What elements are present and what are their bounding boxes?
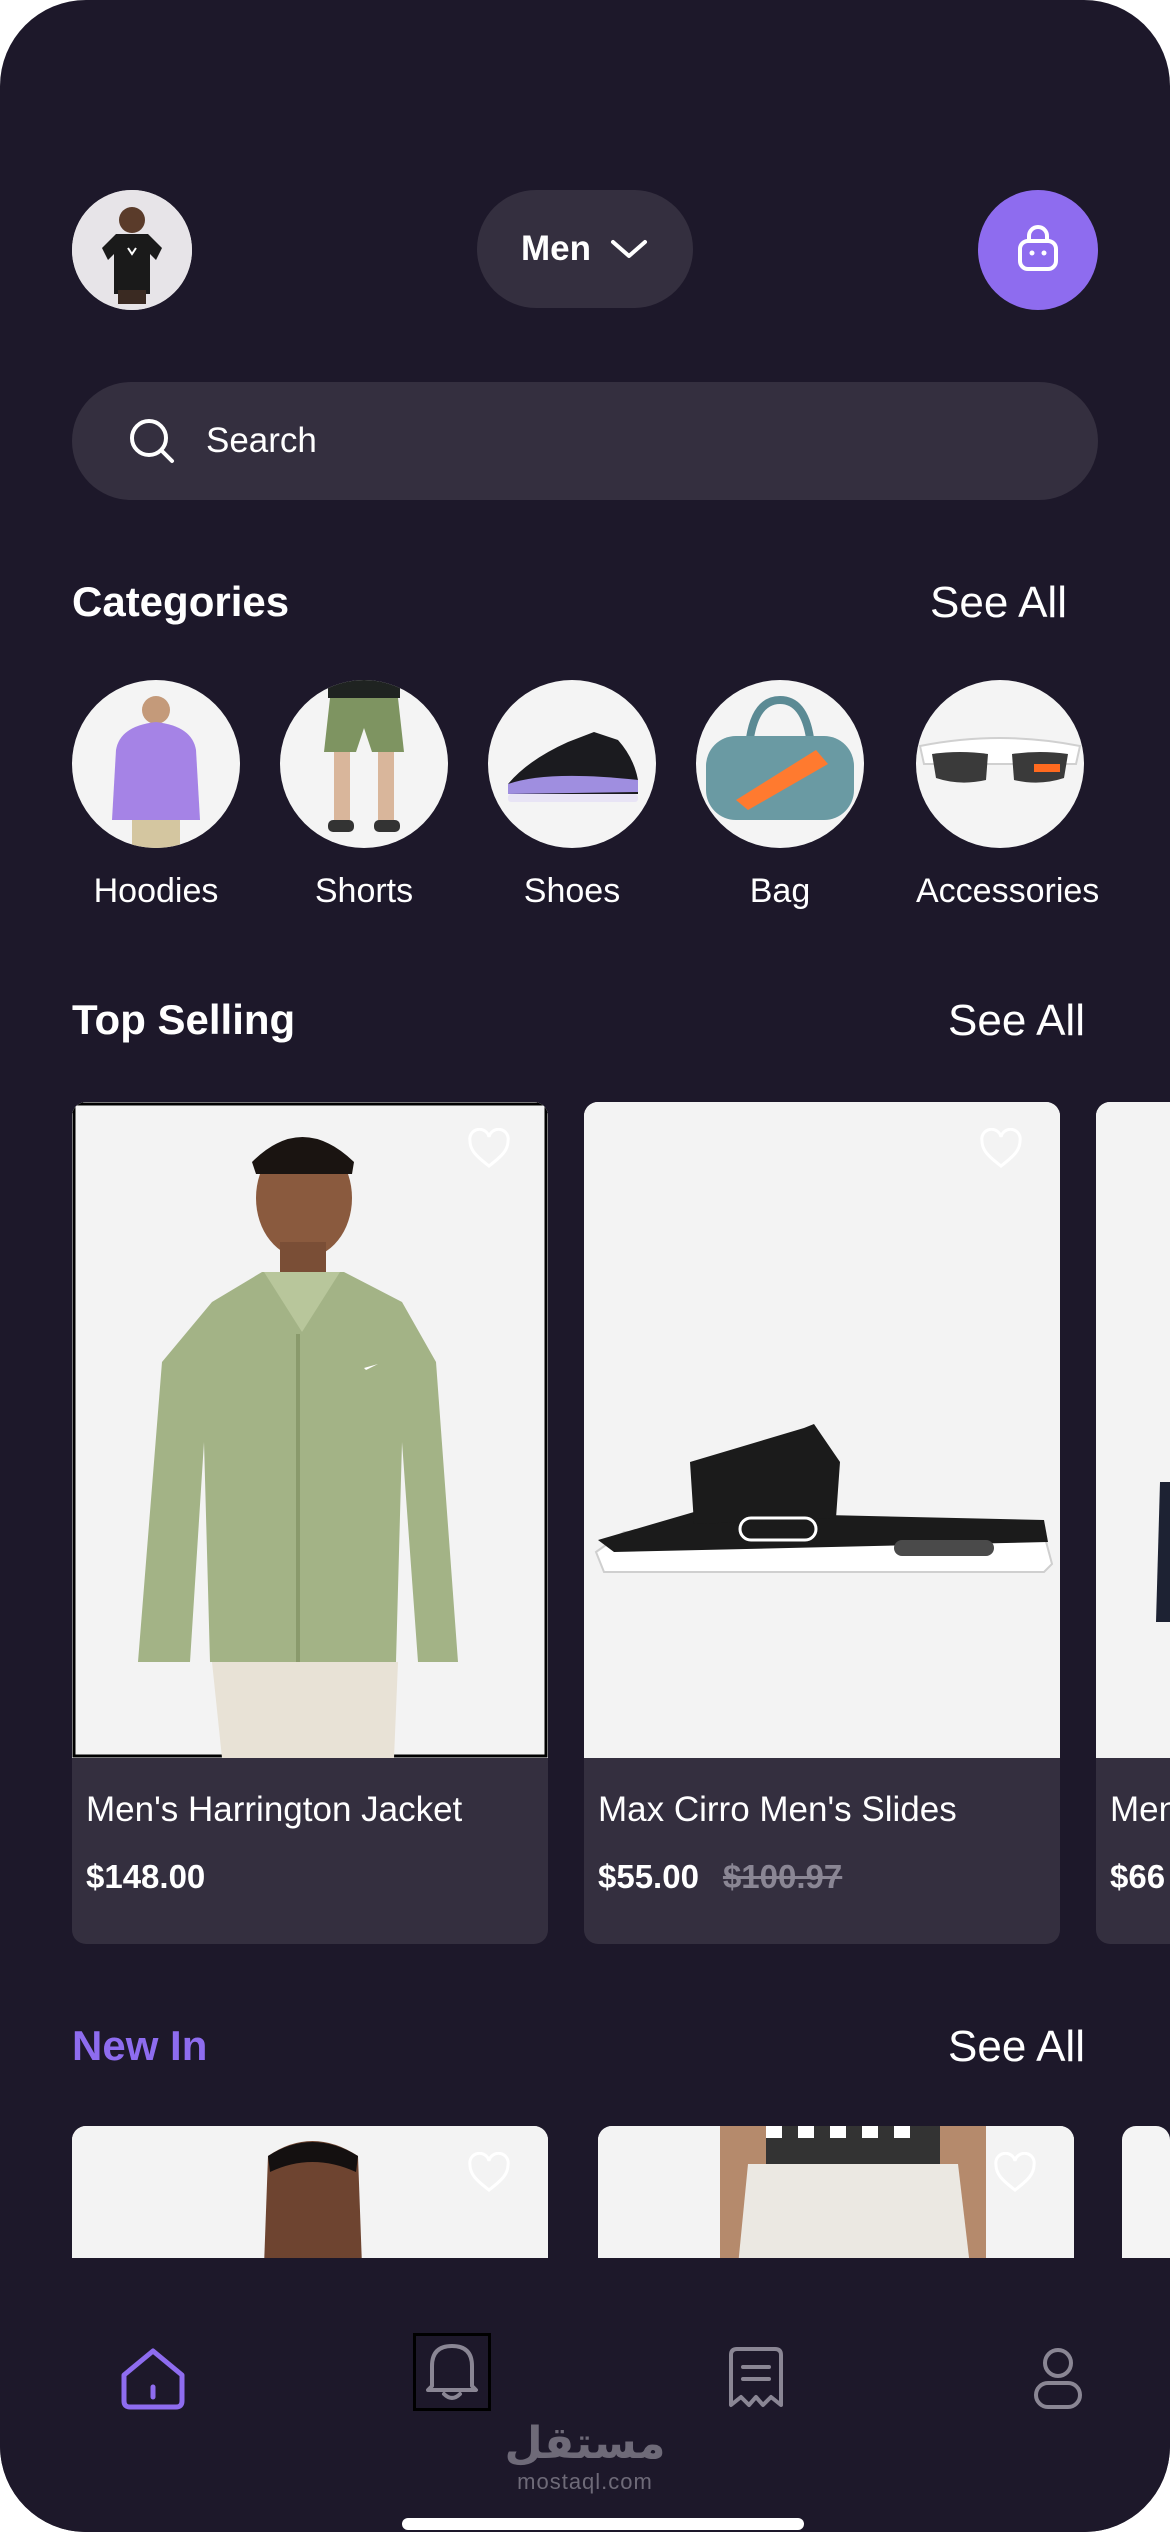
home-indicator [402,2518,804,2530]
watermark-latin: mostaql.com [517,2469,653,2494]
current-price: $148.00 [86,1858,206,1895]
category-item-bag[interactable]: Bag [696,680,864,911]
bottom-navigation: مستقل mostaql.com [0,2258,1170,2532]
heart-icon[interactable] [992,2152,1038,2194]
chevron-down-icon [611,240,647,258]
category-item-hoodies[interactable]: Hoodies [72,680,240,911]
shopping-bag-icon [1018,225,1058,271]
product-name: Max Cirro Men's Slides [598,1790,957,1829]
category-label: Hoodies [93,872,219,910]
new-in-card[interactable] [72,2126,548,2266]
heart-icon[interactable] [466,2152,512,2194]
app-screen: Men Search Categories See All Hoodies Sh… [0,0,1170,2532]
cart-button[interactable] [978,190,1098,310]
heart-icon[interactable] [466,1128,512,1170]
watermark: مستقل mostaql.com [0,2418,1170,2495]
categories-title: Categories [72,578,290,625]
hoodie-image [72,680,240,848]
product-price: $148.00 [86,1858,205,1896]
gender-label: Men [521,229,591,268]
shorts-image [280,680,448,848]
bag-image [696,680,864,848]
new-in-title: New In [72,2022,208,2069]
bell-icon [426,2344,478,2400]
nav-profile[interactable] [1018,2338,1098,2418]
category-label: Shoes [523,872,621,910]
category-item-accessories[interactable]: Accessories [916,680,1100,911]
orders-icon [729,2347,783,2407]
product-image-partial [1096,1102,1170,1758]
nav-orders[interactable] [716,2338,796,2418]
sunglasses-image [916,680,1084,848]
nav-home[interactable] [113,2338,193,2418]
watermark-arabic: مستقل [504,2419,666,2468]
product-card[interactable]: Max Cirro Men's Slides $55.00 $100.97 [584,1102,1060,1944]
new-in-card[interactable] [1122,2126,1170,2266]
original-price: $100.97 [722,1858,843,1895]
category-item-shorts[interactable]: Shorts [280,680,448,911]
category-label: Shorts [314,872,414,910]
product-name: Men's Harrington Jacket [86,1790,463,1829]
search-bar[interactable]: Search [72,382,1098,500]
search-input[interactable]: Search [206,421,317,461]
category-label: Bag [749,872,811,910]
categories-see-all-link[interactable]: See All [930,578,1067,628]
product-price: $55.00 $100.97 [598,1858,842,1896]
product-name: Men [1110,1790,1170,1829]
top-selling-title: Top Selling [72,996,296,1043]
top-selling-see-all-link[interactable]: See All [948,996,1085,1046]
avatar[interactable] [72,190,192,310]
product-card[interactable]: Men $66 [1096,1102,1170,1944]
product-price: $66 [1110,1858,1165,1896]
new-in-see-all-link[interactable]: See All [948,2022,1085,2072]
shoe-image [488,680,656,848]
current-price: $55.00 [598,1858,699,1895]
product-image-slides [584,1102,1060,1758]
nav-notifications[interactable] [413,2333,491,2411]
category-item-shoes[interactable]: Shoes [488,680,656,911]
heart-icon[interactable] [978,1128,1024,1170]
product-image-jacket [72,1102,548,1758]
search-icon [130,419,174,463]
gender-selector[interactable]: Men [477,190,693,308]
profile-icon [1034,2348,1082,2409]
product-card[interactable]: Men's Harrington Jacket $148.00 [72,1102,548,1944]
home-icon [121,2348,185,2410]
current-price: $66 [1110,1858,1166,1895]
category-label: Accessories [916,872,1100,910]
new-in-card[interactable] [598,2126,1074,2266]
